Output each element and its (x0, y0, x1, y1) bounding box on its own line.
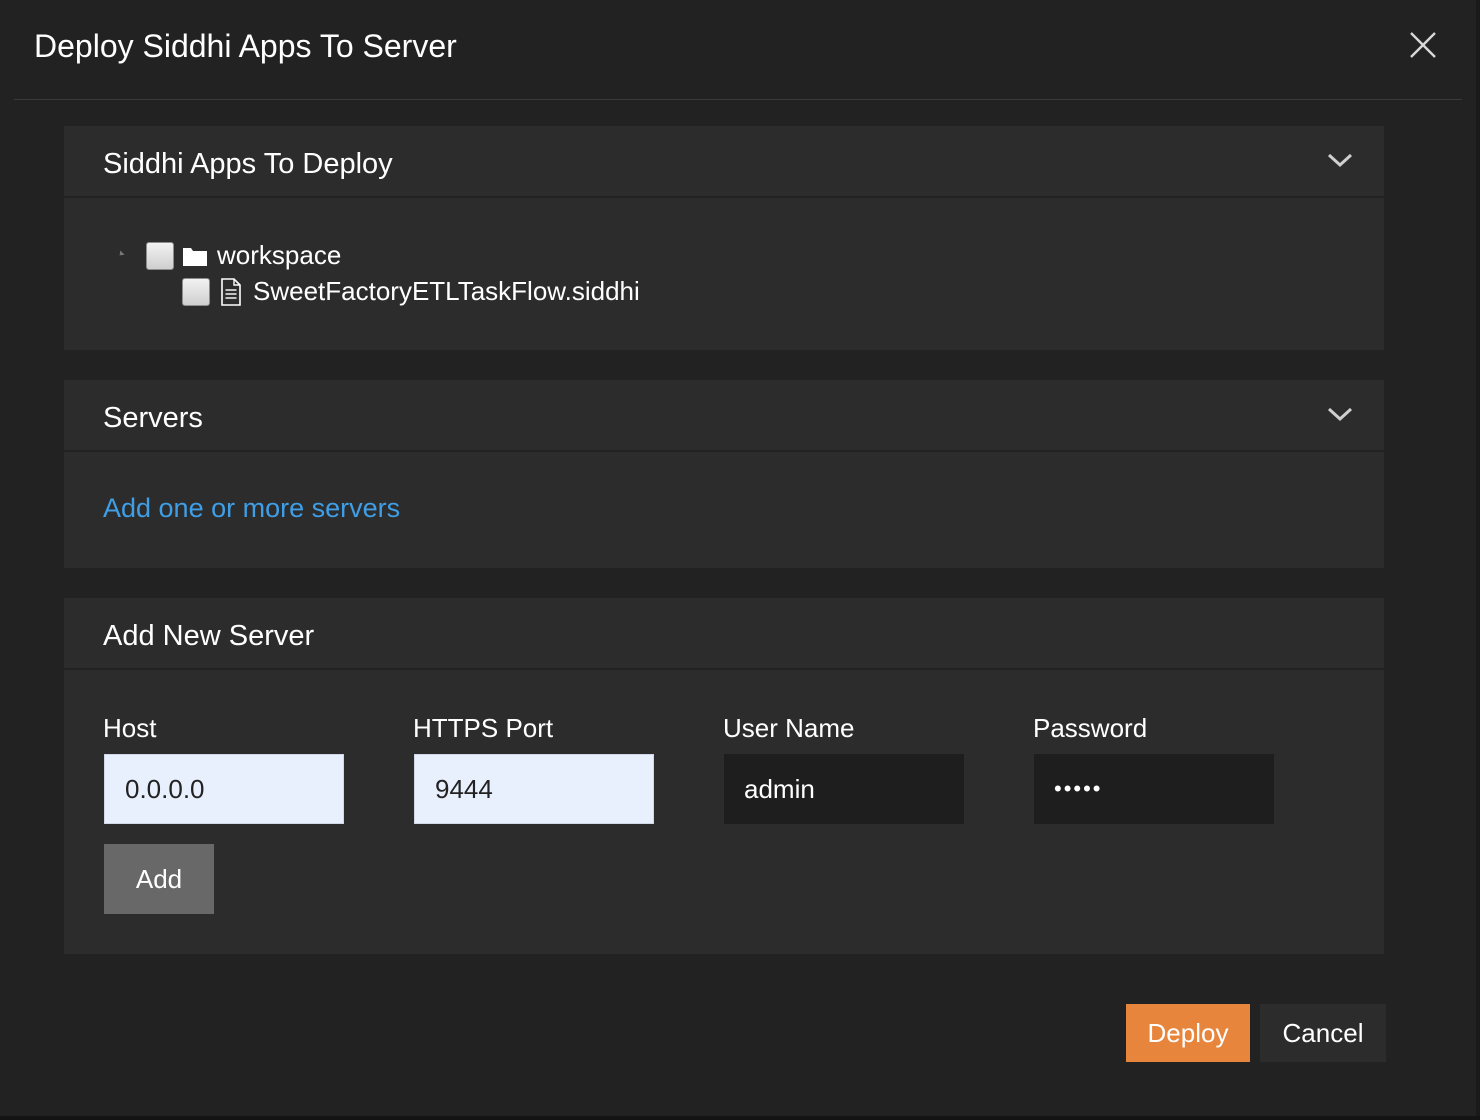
apps-panel-header[interactable]: Siddhi Apps To Deploy (64, 126, 1384, 198)
cancel-button[interactable]: Cancel (1260, 1004, 1386, 1062)
deploy-button[interactable]: Deploy (1126, 1004, 1250, 1062)
apps-panel-title: Siddhi Apps To Deploy (103, 148, 393, 180)
dialog-header: Deploy Siddhi Apps To Server (14, 0, 1462, 100)
add-servers-link[interactable]: Add one or more servers (103, 493, 400, 524)
deploy-dialog: Deploy Siddhi Apps To Server Siddhi Apps… (0, 0, 1480, 1120)
chevron-down-icon[interactable] (1326, 404, 1354, 424)
file-icon (220, 278, 242, 311)
chevron-down-icon[interactable] (1326, 150, 1354, 170)
port-input[interactable] (414, 754, 654, 824)
username-label: User Name (723, 713, 855, 743)
servers-panel-title: Servers (103, 402, 203, 434)
dialog-title: Deploy Siddhi Apps To Server (34, 28, 457, 64)
close-icon[interactable] (1408, 30, 1438, 60)
dialog-bottom-edge (0, 1116, 1480, 1120)
username-input[interactable] (724, 754, 964, 824)
tree-expand-icon[interactable] (117, 250, 125, 258)
file-label[interactable]: SweetFactoryETLTaskFlow.siddhi (253, 276, 640, 307)
apps-panel: Siddhi Apps To Deploy workspace SweetFac… (64, 126, 1384, 350)
add-server-panel-title: Add New Server (103, 620, 315, 652)
port-label: HTTPS Port (413, 713, 554, 743)
folder-icon (182, 245, 208, 272)
password-input[interactable] (1034, 754, 1274, 824)
host-input[interactable] (104, 754, 344, 824)
password-label: Password (1033, 713, 1148, 743)
workspace-checkbox[interactable] (146, 242, 174, 270)
dialog-edge (1476, 0, 1480, 1120)
host-label: Host (103, 713, 157, 743)
servers-panel: Servers Add one or more servers (64, 380, 1384, 568)
add-server-button[interactable]: Add (104, 844, 214, 914)
workspace-label[interactable]: workspace (217, 240, 341, 271)
servers-panel-header[interactable]: Servers (64, 380, 1384, 452)
file-checkbox[interactable] (182, 278, 210, 306)
add-server-panel: Add New Server Host HTTPS Port User Name… (64, 598, 1384, 954)
add-server-panel-header: Add New Server (64, 598, 1384, 670)
